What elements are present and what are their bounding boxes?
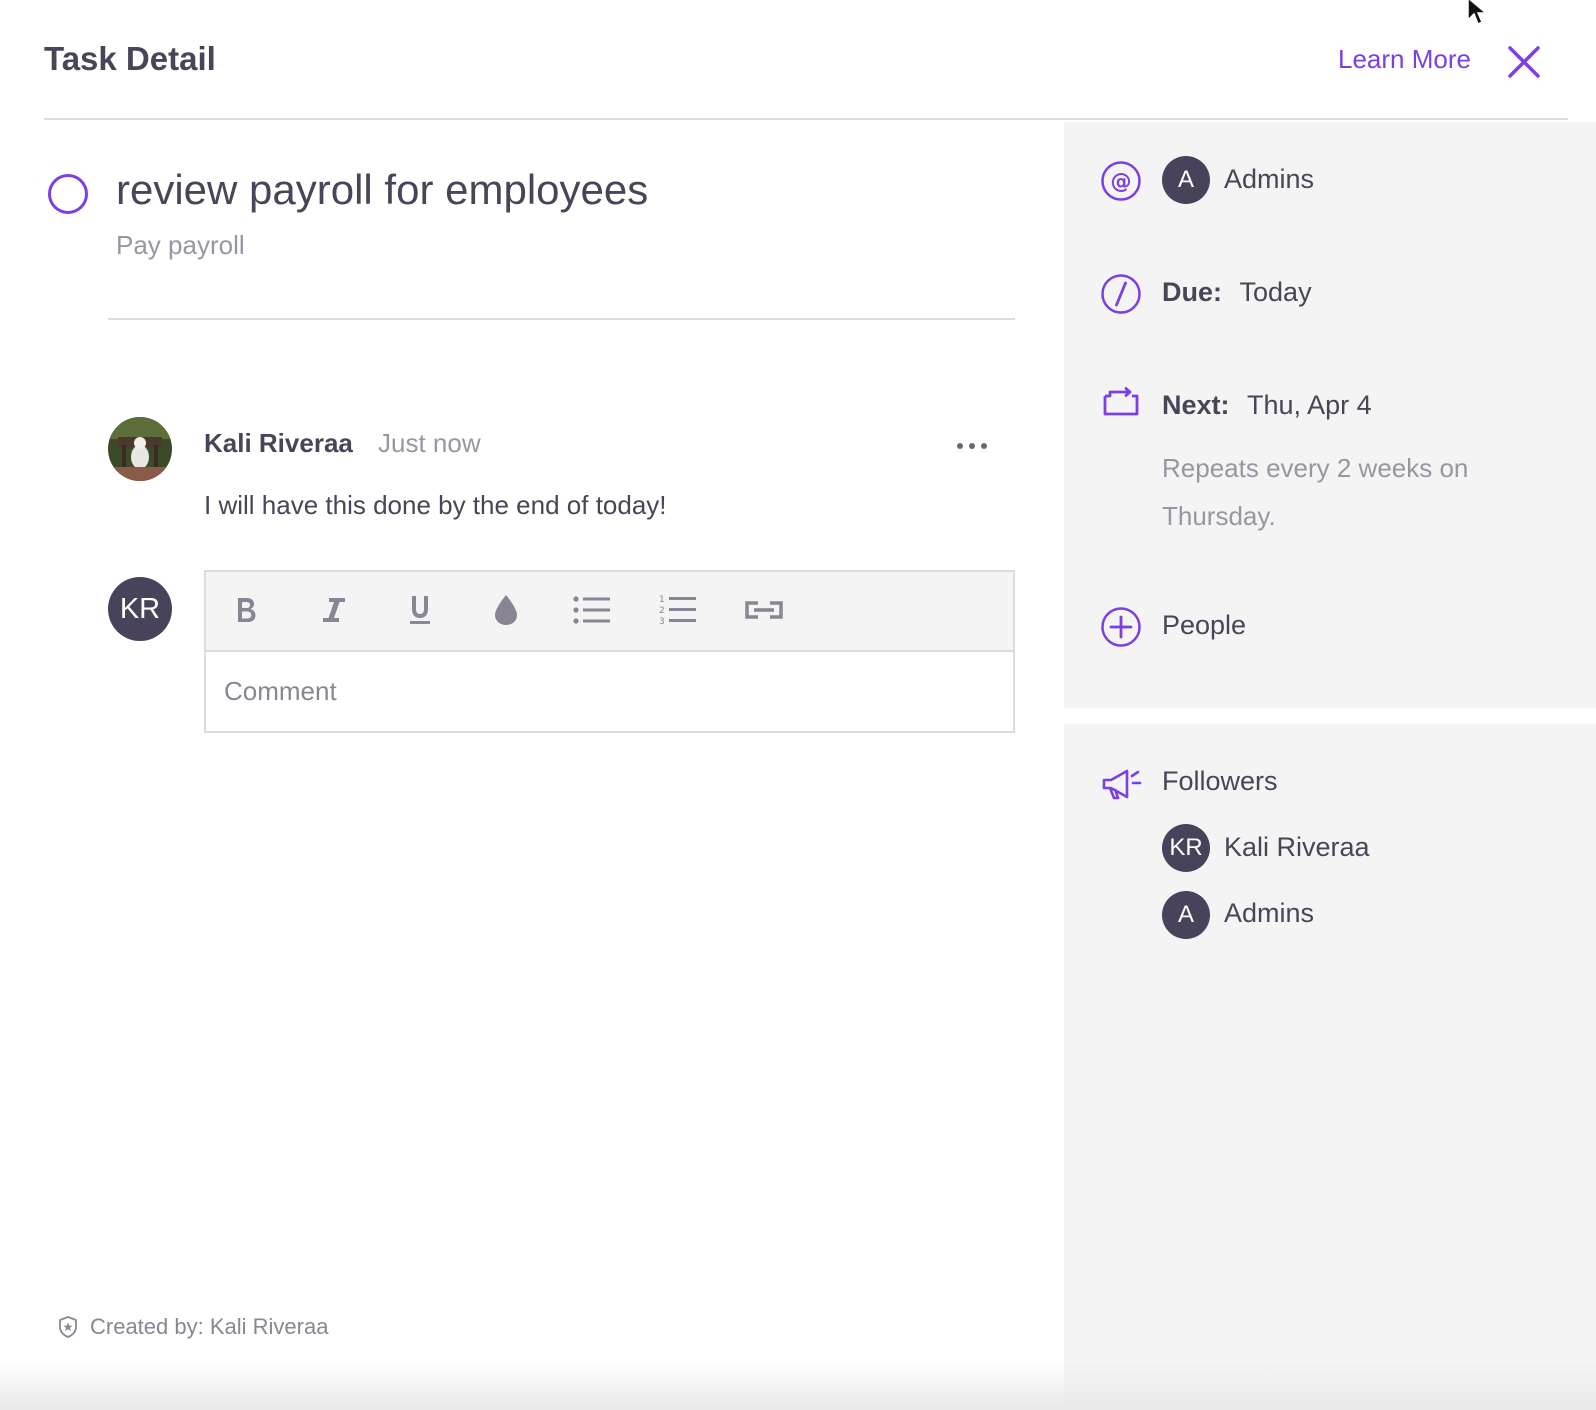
created-by-text: Created by: Kali Riveraa [90,1314,329,1339]
avatar [108,417,172,481]
next-value: Thu, Apr 4 [1247,390,1372,420]
bullet-list-icon [573,596,610,624]
follower-avatar: KR [1162,824,1210,872]
comment-input[interactable] [206,652,1013,731]
follower-name[interactable]: Kali Riveraa [1224,832,1370,863]
comment-editor: 1 2 3 [204,570,1015,733]
link-icon [745,601,783,619]
next-label: Next: [1162,390,1230,420]
divider [108,318,1015,320]
underline-icon [410,596,430,624]
header: Task Detail Learn More [44,0,1568,120]
shield-icon [59,1316,77,1338]
more-dot-icon [957,443,963,449]
task-properties-panel: @ A Admins Due: Today Next: Thu, Apr 4 R… [1064,122,1596,708]
color-drop-icon [495,595,517,625]
task-list-name[interactable]: Pay payroll [116,230,245,261]
comment-timestamp: Just now [378,428,481,458]
numbered-list-button[interactable]: 1 2 3 [656,588,700,632]
repeat-description: Repeats every 2 weeks on Thursday. [1162,453,1469,531]
page-title: Task Detail [44,40,216,77]
svg-text:2: 2 [659,606,665,616]
followers-panel: Followers KR Kali Riveraa A Admins [1064,724,1596,1410]
followers-label: Followers [1162,766,1278,796]
follower-avatar: A [1162,891,1210,939]
assignee-avatar[interactable]: A [1162,156,1210,204]
bullet-list-button[interactable] [570,588,614,632]
numbered-list-icon: 1 2 3 [659,595,696,627]
text-color-button[interactable] [484,588,528,632]
next-field[interactable]: Next: Thu, Apr 4 [1162,390,1372,421]
svg-text:1: 1 [659,595,665,605]
avatar: KR [108,577,172,641]
more-dot-icon [969,443,975,449]
repeat-icon[interactable] [1100,384,1142,426]
editor-toolbar: 1 2 3 [206,572,1013,652]
due-value: Today [1239,277,1312,307]
svg-text:@: @ [1111,170,1132,194]
task-main-panel: review payroll for employees Pay payroll… [0,122,1064,1410]
megaphone-icon [1102,769,1142,800]
due-date-icon[interactable] [1100,273,1142,315]
due-label: Due: [1162,277,1222,307]
add-people-button[interactable]: People [1162,610,1246,641]
comment-author: Kali Riveraa [204,428,353,458]
mouse-cursor-icon [1467,0,1489,26]
assignee-name[interactable]: Admins [1224,164,1314,195]
learn-more-link[interactable]: Learn More [1338,44,1471,75]
add-people-icon[interactable] [1100,606,1142,648]
follower-name[interactable]: Admins [1224,898,1314,929]
svg-text:3: 3 [659,617,665,627]
task-title[interactable]: review payroll for employees [116,166,648,214]
due-field[interactable]: Due: Today [1162,277,1312,308]
link-button[interactable] [742,588,786,632]
task-complete-checkbox[interactable] [48,174,88,214]
created-by: Created by: Kali Riveraa [58,1314,328,1340]
italic-icon [323,598,345,622]
underline-button[interactable] [398,588,442,632]
close-icon [1508,46,1540,78]
bold-button[interactable] [224,588,268,632]
comment-text: I will have this done by the end of toda… [204,490,667,520]
at-sign-icon[interactable]: @ [1100,160,1142,202]
close-button[interactable] [1506,44,1542,80]
comment-more-button[interactable] [952,434,992,458]
more-dot-icon [981,443,987,449]
bold-icon [238,598,256,622]
italic-button[interactable] [312,588,356,632]
avatar-photo-icon [108,417,172,481]
